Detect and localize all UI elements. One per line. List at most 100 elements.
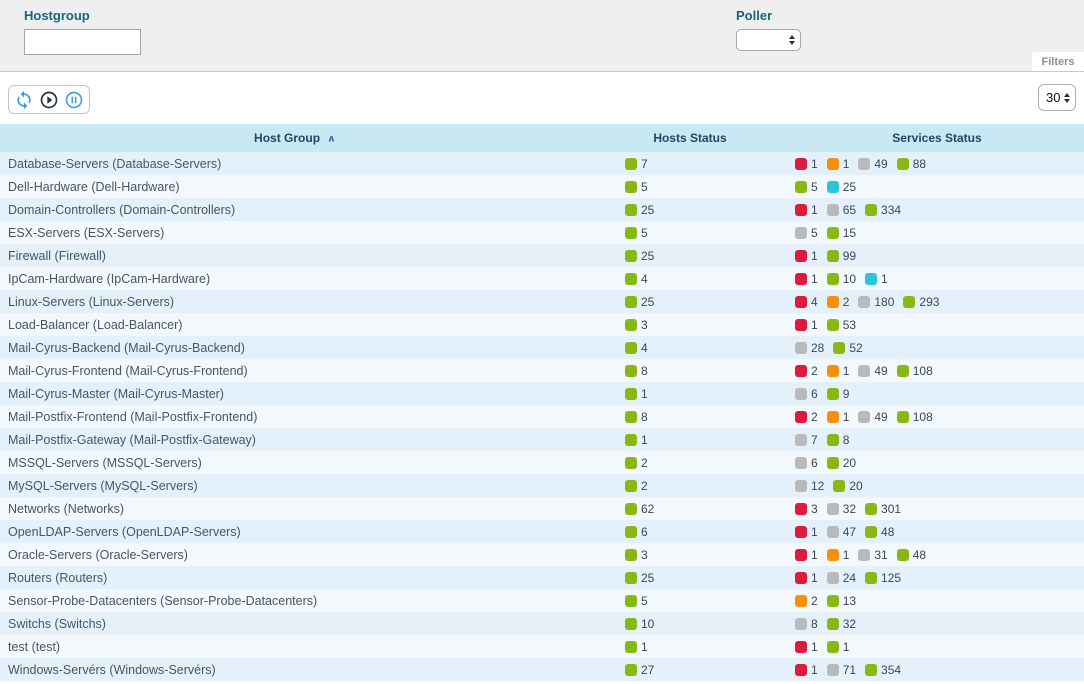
status-chip-unknown[interactable]: 5 — [795, 226, 818, 240]
status-chip-critical[interactable]: 2 — [795, 364, 818, 378]
status-chip-up[interactable]: 10 — [625, 617, 654, 631]
status-chip-ok[interactable]: 48 — [865, 525, 894, 539]
status-chip-up[interactable]: 1 — [625, 640, 648, 654]
status-chip-warning[interactable]: 2 — [795, 594, 818, 608]
status-chip-up[interactable]: 25 — [625, 571, 654, 585]
filters-tab[interactable]: Filters — [1032, 52, 1084, 71]
status-chip-ok[interactable]: 15 — [827, 226, 856, 240]
status-chip-unknown[interactable]: 8 — [795, 617, 818, 631]
status-chip-critical[interactable]: 1 — [795, 571, 818, 585]
status-chip-unknown[interactable]: 7 — [795, 433, 818, 447]
status-chip-pending[interactable]: 25 — [827, 180, 856, 194]
status-chip-unknown[interactable]: 49 — [858, 364, 887, 378]
hostgroup-link[interactable]: OpenLDAP-Servers (OpenLDAP-Servers) — [8, 525, 241, 539]
hostgroup-link[interactable]: Domain-Controllers (Domain-Controllers) — [8, 203, 235, 217]
hostgroup-link[interactable]: IpCam-Hardware (IpCam-Hardware) — [8, 272, 210, 286]
status-chip-unknown[interactable]: 71 — [827, 663, 856, 677]
status-chip-pending[interactable]: 1 — [865, 272, 888, 286]
hostgroup-link[interactable]: Firewall (Firewall) — [8, 249, 106, 263]
status-chip-up[interactable]: 62 — [625, 502, 654, 516]
hostgroup-link[interactable]: Mail-Cyrus-Frontend (Mail-Cyrus-Frontend… — [8, 364, 248, 378]
hostgroup-link[interactable]: Mail-Postfix-Gateway (Mail-Postfix-Gatew… — [8, 433, 256, 447]
status-chip-unknown[interactable]: 31 — [858, 548, 887, 562]
hostgroup-link[interactable]: Mail-Cyrus-Master (Mail-Cyrus-Master) — [8, 387, 224, 401]
status-chip-up[interactable]: 6 — [625, 525, 648, 539]
status-chip-warning[interactable]: 2 — [827, 295, 850, 309]
status-chip-unknown[interactable]: 28 — [795, 341, 824, 355]
refresh-icon[interactable] — [13, 89, 35, 111]
status-chip-ok[interactable]: 108 — [897, 364, 933, 378]
status-chip-unknown[interactable]: 6 — [795, 456, 818, 470]
hostgroup-link[interactable]: MSSQL-Servers (MSSQL-Servers) — [8, 456, 202, 470]
status-chip-critical[interactable]: 1 — [795, 272, 818, 286]
status-chip-ok[interactable]: 334 — [865, 203, 901, 217]
column-header-services-status[interactable]: Services Status — [790, 131, 1084, 145]
hostgroup-link[interactable]: test (test) — [8, 640, 60, 654]
status-chip-up[interactable]: 25 — [625, 249, 654, 263]
status-chip-ok[interactable]: 20 — [833, 479, 862, 493]
status-chip-ok[interactable]: 99 — [827, 249, 856, 263]
status-chip-up[interactable]: 7 — [625, 157, 648, 171]
hostgroup-link[interactable]: Windows-Servérs (Windows-Servérs) — [8, 663, 216, 677]
hostgroup-input[interactable] — [24, 29, 141, 55]
status-chip-ok[interactable]: 301 — [865, 502, 901, 516]
column-header-host-group[interactable]: Host Group∧ — [0, 131, 590, 145]
status-chip-critical[interactable]: 1 — [795, 663, 818, 677]
status-chip-unknown[interactable]: 49 — [858, 410, 887, 424]
status-chip-ok[interactable]: 354 — [865, 663, 901, 677]
status-chip-warning[interactable]: 1 — [827, 548, 850, 562]
rows-per-page-select[interactable]: 30 — [1038, 84, 1076, 111]
status-chip-critical[interactable]: 1 — [795, 157, 818, 171]
play-icon[interactable] — [38, 89, 60, 111]
status-chip-critical[interactable]: 4 — [795, 295, 818, 309]
status-chip-ok[interactable]: 48 — [897, 548, 926, 562]
status-chip-ok[interactable]: 10 — [827, 272, 856, 286]
status-chip-up[interactable]: 1 — [625, 387, 648, 401]
status-chip-ok[interactable]: 293 — [903, 295, 939, 309]
hostgroup-link[interactable]: Routers (Routers) — [8, 571, 107, 585]
status-chip-unknown[interactable]: 180 — [858, 295, 894, 309]
status-chip-ok[interactable]: 1 — [827, 640, 850, 654]
status-chip-unknown[interactable]: 47 — [827, 525, 856, 539]
status-chip-unknown[interactable]: 6 — [795, 387, 818, 401]
hostgroup-link[interactable]: Oracle-Servers (Oracle-Servers) — [8, 548, 188, 562]
status-chip-up[interactable]: 3 — [625, 548, 648, 562]
status-chip-up[interactable]: 1 — [625, 433, 648, 447]
status-chip-warning[interactable]: 1 — [827, 157, 850, 171]
status-chip-up[interactable]: 2 — [625, 456, 648, 470]
column-header-hosts-status[interactable]: Hosts Status — [590, 131, 790, 145]
pause-icon[interactable] — [63, 89, 85, 111]
status-chip-up[interactable]: 5 — [625, 180, 648, 194]
status-chip-up[interactable]: 25 — [625, 295, 654, 309]
status-chip-ok[interactable]: 108 — [897, 410, 933, 424]
status-chip-ok[interactable]: 5 — [795, 180, 818, 194]
status-chip-up[interactable]: 4 — [625, 341, 648, 355]
status-chip-critical[interactable]: 2 — [795, 410, 818, 424]
hostgroup-link[interactable]: Dell-Hardware (Dell-Hardware) — [8, 180, 180, 194]
status-chip-up[interactable]: 8 — [625, 364, 648, 378]
hostgroup-link[interactable]: Mail-Postfix-Frontend (Mail-Postfix-Fron… — [8, 410, 257, 424]
status-chip-ok[interactable]: 20 — [827, 456, 856, 470]
status-chip-up[interactable]: 5 — [625, 594, 648, 608]
hostgroup-link[interactable]: MySQL-Servers (MySQL-Servers) — [8, 479, 198, 493]
status-chip-critical[interactable]: 1 — [795, 548, 818, 562]
status-chip-up[interactable]: 25 — [625, 203, 654, 217]
status-chip-unknown[interactable]: 65 — [827, 203, 856, 217]
status-chip-ok[interactable]: 125 — [865, 571, 901, 585]
status-chip-unknown[interactable]: 12 — [795, 479, 824, 493]
hostgroup-link[interactable]: Sensor-Probe-Datacenters (Sensor-Probe-D… — [8, 594, 317, 608]
hostgroup-link[interactable]: Mail-Cyrus-Backend (Mail-Cyrus-Backend) — [8, 341, 245, 355]
status-chip-up[interactable]: 27 — [625, 663, 654, 677]
hostgroup-link[interactable]: Database-Servers (Database-Servers) — [8, 157, 221, 171]
status-chip-unknown[interactable]: 24 — [827, 571, 856, 585]
status-chip-up[interactable]: 2 — [625, 479, 648, 493]
status-chip-warning[interactable]: 1 — [827, 410, 850, 424]
status-chip-unknown[interactable]: 32 — [827, 502, 856, 516]
status-chip-ok[interactable]: 8 — [827, 433, 850, 447]
status-chip-unknown[interactable]: 49 — [858, 157, 887, 171]
status-chip-critical[interactable]: 1 — [795, 318, 818, 332]
status-chip-ok[interactable]: 32 — [827, 617, 856, 631]
status-chip-critical[interactable]: 3 — [795, 502, 818, 516]
status-chip-ok[interactable]: 52 — [833, 341, 862, 355]
status-chip-up[interactable]: 3 — [625, 318, 648, 332]
